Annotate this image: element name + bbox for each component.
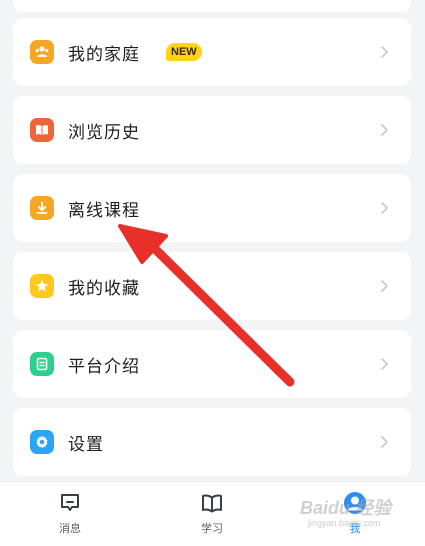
menu-item-history[interactable]: 浏览历史 xyxy=(13,96,411,164)
menu-item-settings[interactable]: 设置 xyxy=(13,408,411,476)
baidu-watermark: Baidu 经验 xyxy=(300,498,392,518)
menu-item-offline-courses[interactable]: 离线课程 xyxy=(13,174,411,242)
chevron-right-icon xyxy=(381,124,388,136)
menu-item-label: 浏览历史 xyxy=(68,122,140,143)
chevron-right-icon xyxy=(381,202,388,214)
menu-item-platform-intro[interactable]: 平台介绍 xyxy=(13,330,411,398)
book-icon xyxy=(30,118,54,142)
document-icon xyxy=(30,352,54,376)
chevron-right-icon xyxy=(381,46,388,58)
baidu-watermark-url: jingyan.baidu.com xyxy=(308,518,381,528)
tab-label: 消息 xyxy=(59,522,81,535)
menu-item-label: 我的家庭 xyxy=(68,44,140,65)
tab-messages[interactable]: 消息 xyxy=(0,482,140,546)
family-icon xyxy=(30,40,54,64)
tab-study[interactable]: 学习 xyxy=(142,482,282,546)
star-icon xyxy=(30,274,54,298)
open-book-icon xyxy=(202,494,222,513)
message-icon xyxy=(61,494,79,511)
menu-card-partial xyxy=(13,0,411,12)
chevron-right-icon xyxy=(381,436,388,448)
download-icon xyxy=(30,196,54,220)
my-page: 我的家庭 NEW 浏览历史 离线课程 我的收藏 平台介绍 设置 消息 学习 我 … xyxy=(0,0,425,546)
chevron-right-icon xyxy=(381,358,388,370)
menu-item-favorites[interactable]: 我的收藏 xyxy=(13,252,411,320)
tab-label: 学习 xyxy=(201,522,223,535)
menu-item-label: 离线课程 xyxy=(68,200,140,221)
menu-item-family[interactable]: 我的家庭 NEW xyxy=(13,18,411,86)
gear-icon xyxy=(30,430,54,454)
menu-item-label: 设置 xyxy=(68,434,104,455)
chevron-right-icon xyxy=(381,280,388,292)
new-badge: NEW xyxy=(166,43,202,61)
menu-item-label: 我的收藏 xyxy=(68,278,140,299)
menu-item-label: 平台介绍 xyxy=(68,356,140,377)
